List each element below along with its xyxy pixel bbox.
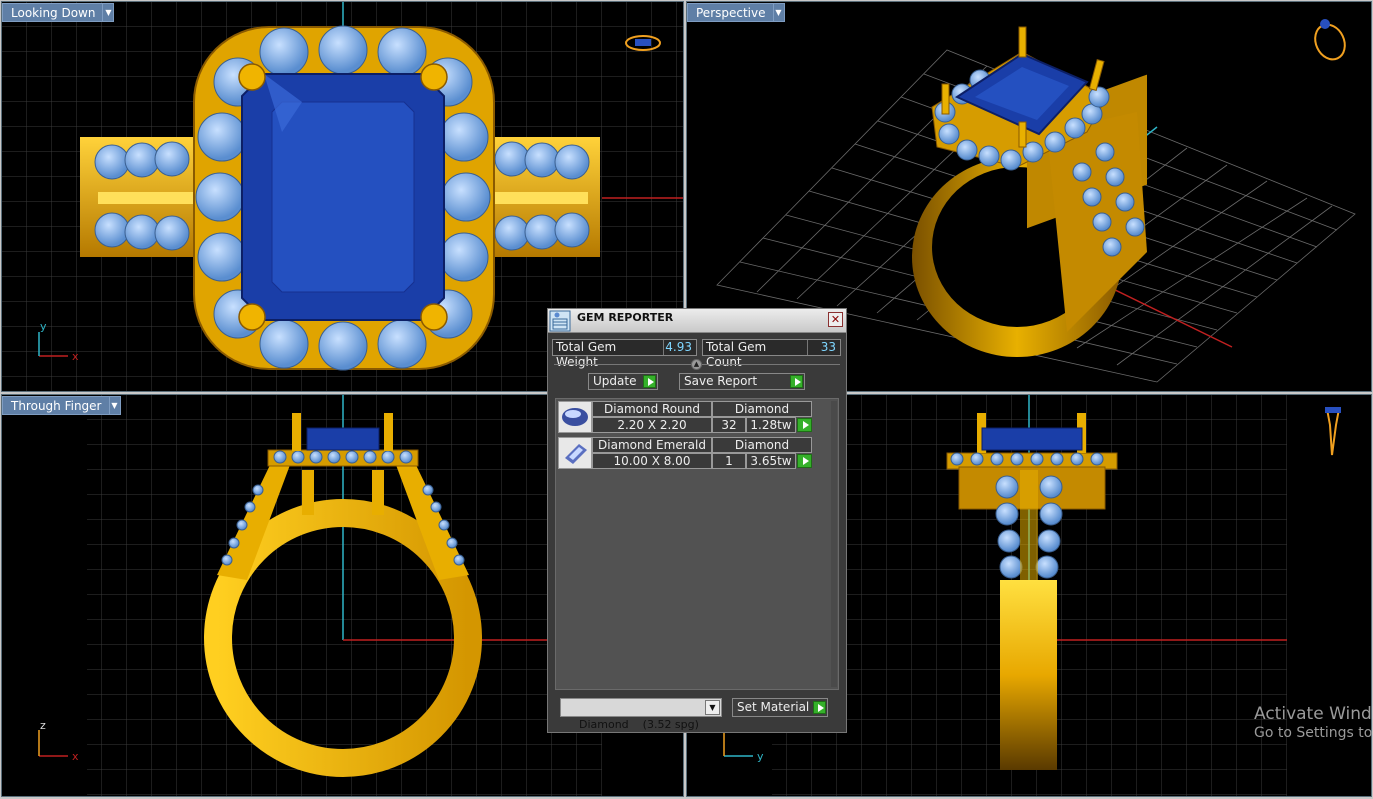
emerald-diamond-icon [558, 437, 592, 469]
select-gem-button[interactable] [797, 418, 812, 432]
watermark-line1: Activate Wind [1254, 704, 1372, 724]
update-button[interactable]: Update [588, 373, 658, 390]
axis-z-label: z [40, 719, 46, 732]
total-gem-count: Total Gem Count 33 [702, 339, 841, 369]
activation-watermark: Activate Wind Go to Settings to [1254, 704, 1372, 741]
save-report-button[interactable]: Save Report [679, 373, 805, 390]
play-icon [790, 375, 803, 388]
view-selector-label: Through Finger [2, 396, 110, 415]
round-diamond-icon [558, 401, 592, 433]
view-selector-label: Looking Down [2, 3, 104, 22]
axis-y-label: y [40, 320, 47, 333]
gem-shape: Diamond Emerald [592, 437, 712, 453]
gem-shape: Diamond Round [592, 401, 712, 417]
set-material-button[interactable]: Set Material [732, 698, 828, 717]
total-gem-count-value: 33 [820, 340, 836, 354]
dialog-titlebar[interactable]: GEM REPORTER ✕ [548, 309, 846, 333]
gem-size: 10.00 X 8.00 [592, 453, 712, 469]
dropdown-arrow-icon[interactable]: ▼ [109, 396, 121, 415]
play-icon [643, 375, 656, 388]
material-select-value: Diamond (3.52 spg) [579, 718, 699, 731]
view-selector-label: Perspective [687, 3, 774, 22]
gem-material: Diamond [712, 401, 812, 417]
axis-x-label: x [72, 750, 79, 763]
dropdown-arrow-icon[interactable]: ▼ [773, 3, 785, 22]
view-selector[interactable]: Perspective ▼ [687, 3, 785, 22]
gem-weight: 3.65tw [746, 453, 796, 469]
total-gem-weight-label: Total Gem Weight [553, 340, 664, 369]
set-material-button-label: Set Material [737, 700, 810, 714]
gem-row[interactable]: Diamond Emerald Diamond 10.00 X 8.00 1 3… [558, 437, 816, 469]
gem-material: Diamond [712, 437, 812, 453]
chevron-down-icon[interactable]: ▼ [705, 700, 720, 715]
view-selector[interactable]: Looking Down ▼ [2, 3, 115, 22]
gem-row[interactable]: Diamond Round Diamond 2.20 X 2.20 32 1.2… [558, 401, 816, 433]
gem-list: Diamond Round Diamond 2.20 X 2.20 32 1.2… [555, 398, 839, 690]
view-selector[interactable]: Through Finger ▼ [2, 396, 121, 415]
gem-count: 1 [712, 453, 746, 469]
total-gem-count-label: Total Gem Count [703, 340, 808, 369]
dropdown-arrow-icon[interactable]: ▼ [103, 3, 115, 22]
gem-count: 32 [712, 417, 746, 433]
save-report-button-label: Save Report [684, 374, 758, 388]
select-gem-button[interactable] [797, 454, 812, 468]
close-icon[interactable]: ✕ [828, 312, 843, 327]
collapse-icon[interactable]: ▲ [691, 359, 702, 370]
gem-list-scrollbar[interactable] [831, 401, 837, 687]
axis-y-label: y [757, 750, 764, 763]
play-icon [813, 701, 826, 714]
material-select[interactable]: Diamond (3.52 spg) ▼ [560, 698, 722, 731]
total-gem-weight: Total Gem Weight 4.93 [552, 339, 697, 369]
gem-reporter-icon [549, 310, 571, 331]
gem-size: 2.20 X 2.20 [592, 417, 712, 433]
axis-x-label: x [72, 350, 79, 363]
dialog-title: GEM REPORTER [577, 311, 674, 324]
watermark-line2: Go to Settings to [1254, 725, 1373, 741]
total-gem-weight-value: 4.93 [665, 340, 692, 354]
update-button-label: Update [593, 374, 637, 388]
gem-weight: 1.28tw [746, 417, 796, 433]
gem-reporter-dialog: GEM REPORTER ✕ Total Gem Weight 4.93 Tot… [547, 308, 847, 733]
